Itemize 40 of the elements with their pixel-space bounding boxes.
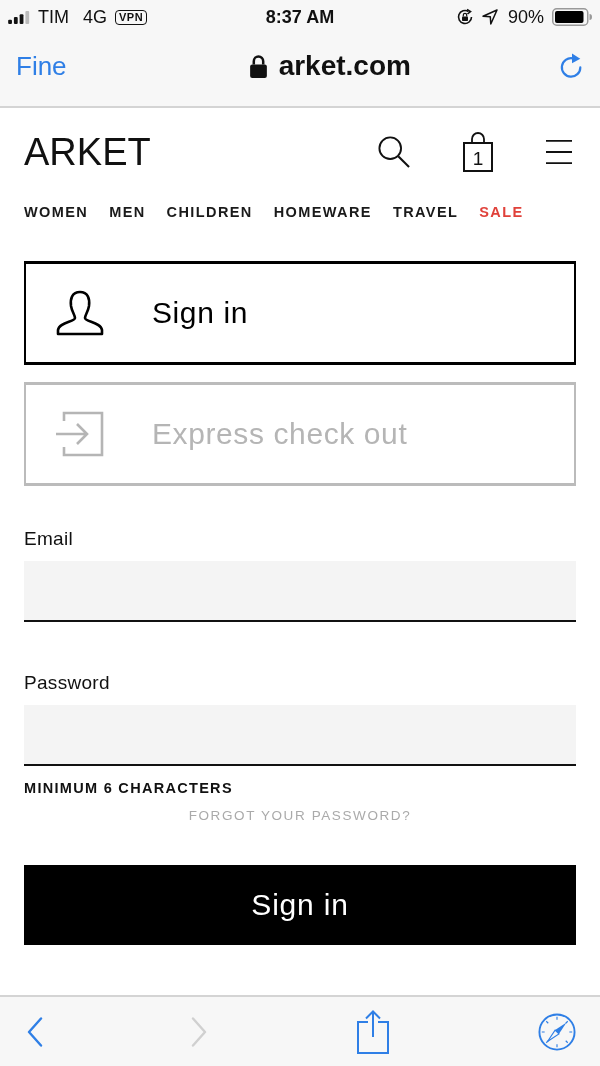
battery-percent: 90% (507, 6, 544, 28)
sign-in-arrow-icon (56, 411, 104, 457)
nav-link[interactable]: HOMEWARE (273, 204, 372, 220)
lock-icon (249, 54, 267, 78)
signal-icon (8, 10, 30, 24)
submit-button[interactable]: Sign in (24, 865, 576, 945)
search-button[interactable] (378, 136, 410, 168)
password-hint: MINIMUM 6 CHARACTERS (24, 780, 234, 796)
text-field[interactable] (24, 561, 576, 622)
share-icon (357, 1009, 389, 1054)
reload-icon (560, 52, 584, 80)
menu-button[interactable] (546, 139, 572, 165)
vpn-badge: VPN (115, 9, 148, 25)
cart-count: 1 (463, 142, 493, 172)
nav-link[interactable]: SALE (479, 204, 524, 220)
battery-icon (552, 8, 592, 26)
menu-icon (546, 139, 572, 165)
brand-logo[interactable]: ARKET (24, 132, 151, 172)
nav-link[interactable]: MEN (109, 204, 146, 220)
search-icon (378, 136, 410, 168)
location-arrow-icon (481, 9, 498, 25)
nav-link[interactable]: WOMEN (24, 204, 89, 220)
done-button[interactable]: Fine (16, 46, 67, 86)
field-label: Email (24, 528, 74, 550)
forward-icon (191, 1016, 207, 1047)
field-label: Password (24, 672, 111, 694)
text-field[interactable] (24, 705, 576, 766)
sign-in-option[interactable]: Sign in (24, 261, 576, 365)
cart-button[interactable]: 1 (463, 132, 493, 172)
nav-link[interactable]: CHILDREN (166, 204, 253, 220)
back-icon (27, 1016, 43, 1047)
person-icon (56, 290, 104, 336)
url-text[interactable]: arket.com (278, 50, 411, 82)
status-time: 8:37 AM (265, 6, 335, 28)
rotation-lock-icon (455, 8, 474, 26)
carrier-name: TIM (38, 6, 69, 28)
bag-handle-icon (471, 132, 485, 142)
compass-icon (538, 1012, 576, 1051)
nav-link[interactable]: TRAVEL (392, 204, 459, 220)
network-type: 4G (83, 6, 107, 28)
